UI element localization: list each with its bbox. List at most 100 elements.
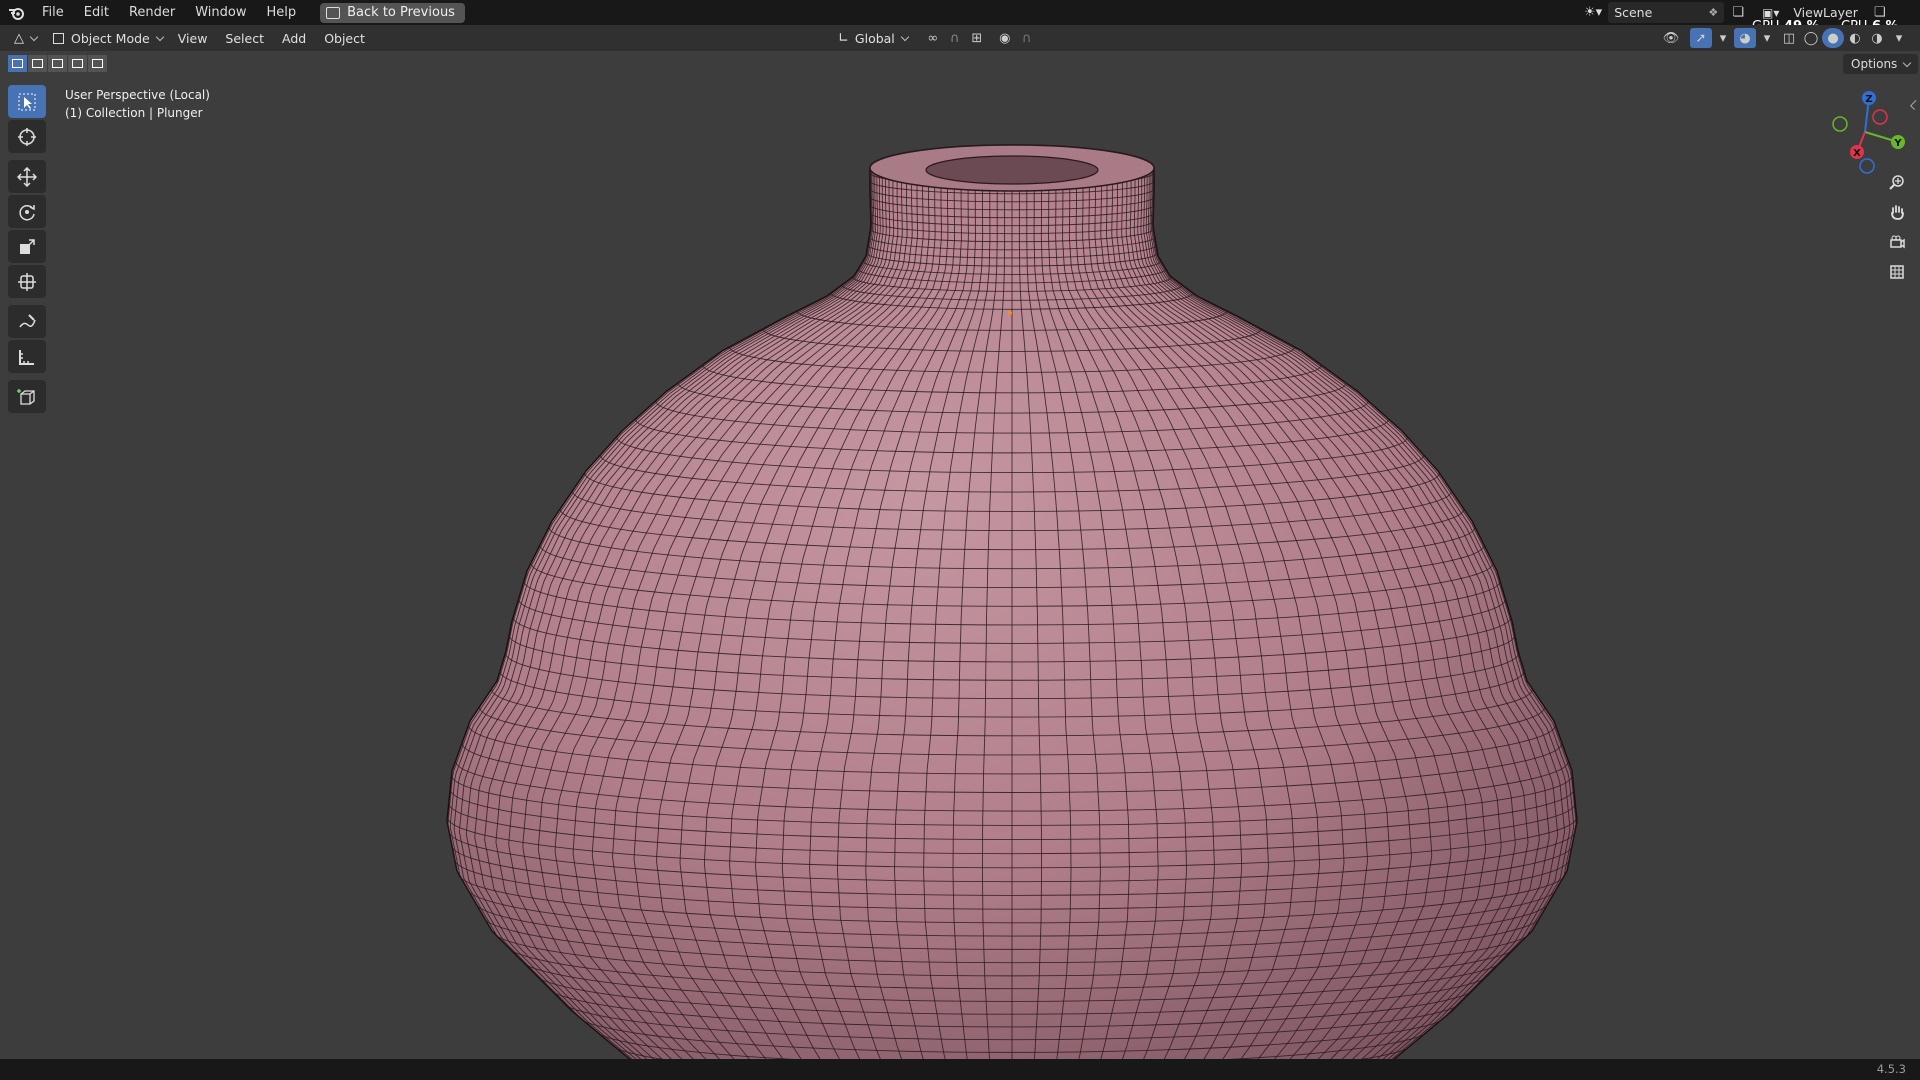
gizmo-dropdown-icon[interactable]: ▾ <box>1712 28 1734 48</box>
rendered-shading-icon[interactable]: ◑ <box>1866 28 1888 48</box>
tool-scale[interactable] <box>8 230 46 263</box>
select-extend-button[interactable] <box>28 55 47 72</box>
tool-add-cube[interactable] <box>8 380 46 413</box>
object-mode-icon <box>53 32 64 44</box>
scene-selector[interactable]: ☀▾ Scene ❖ ❏ <box>1584 2 1749 23</box>
tool-move[interactable] <box>8 160 46 193</box>
pivot-point-icon[interactable]: ∞ <box>922 28 944 48</box>
3d-viewport-icon: △ <box>14 30 24 46</box>
options-dropdown[interactable]: Options <box>1843 54 1919 74</box>
mode-dropdown[interactable]: Object Mode <box>47 28 169 48</box>
view-layer-icon[interactable]: ▣▾ <box>1762 6 1779 20</box>
camera-view-icon[interactable] <box>1884 229 1910 255</box>
select-subtract-icon <box>52 59 63 68</box>
select-invert-icon <box>72 59 83 68</box>
header-menu-add[interactable]: Add <box>273 31 315 46</box>
gizmo-neg-z-axis[interactable] <box>1859 158 1875 174</box>
header-menu-select[interactable]: Select <box>216 31 273 46</box>
transform-tools: ∟ Global ∞ ∩ ⊞ ◉ ∩ <box>832 28 1038 48</box>
measure-ruler-icon <box>19 349 34 365</box>
solid-shading-icon[interactable]: ● <box>1822 28 1844 48</box>
overlay-dropdown-icon[interactable]: ▾ <box>1756 28 1778 48</box>
gizmo-x-label: X <box>1853 148 1861 159</box>
view-layer-name[interactable]: ViewLayer <box>1793 5 1858 20</box>
options-label: Options <box>1851 57 1898 71</box>
shading-dropdown-icon[interactable]: ▾ <box>1888 28 1910 48</box>
plunger-mesh[interactable] <box>0 51 1920 1059</box>
collection-object-label: (1) Collection | Plunger <box>65 106 203 120</box>
cursor-icon <box>18 127 36 146</box>
orientation-axes-icon: ∟ <box>838 30 849 46</box>
navigation-controls <box>1884 169 1910 289</box>
navigation-gizmo[interactable]: Z Y X <box>1820 87 1910 177</box>
header-menu-view[interactable]: View <box>169 31 217 46</box>
add-cube-icon <box>17 388 35 405</box>
select-intersect-button[interactable] <box>88 55 107 72</box>
select-new-button[interactable] <box>8 55 27 72</box>
mode-label: Object Mode <box>71 30 150 46</box>
origin-point <box>1008 311 1012 315</box>
select-box-icon <box>12 59 23 68</box>
gizmo-neg-y-axis[interactable] <box>1832 116 1848 132</box>
transform-orientation-dropdown[interactable]: ∟ Global <box>832 28 914 48</box>
tool-cursor[interactable] <box>8 120 46 153</box>
new-scene-icon[interactable]: ❏ <box>1732 5 1744 20</box>
tool-annotate[interactable] <box>8 305 46 338</box>
scene-name-field[interactable]: Scene ❖ <box>1608 2 1725 23</box>
version-label: 4.5.3 <box>1876 1062 1906 1076</box>
pin-icon[interactable]: ❖ <box>1708 6 1718 19</box>
transform-icon <box>18 272 36 291</box>
gizmo-neg-x-axis[interactable] <box>1872 109 1888 125</box>
scale-icon <box>20 238 35 254</box>
snap-target-icon[interactable]: ⊞ <box>966 28 988 48</box>
view-perspective-label: User Perspective (Local) <box>65 88 210 102</box>
tool-shelf <box>8 85 46 415</box>
back-to-previous-button[interactable]: Back to Previous <box>320 2 465 23</box>
ortho-grid-icon[interactable] <box>1884 259 1910 285</box>
chevron-down-icon <box>29 32 39 41</box>
select-subtract-button[interactable] <box>48 55 67 72</box>
gizmo-toggle-icon[interactable]: ➚ <box>1690 28 1712 48</box>
falloff-icon[interactable]: ∩ <box>1016 28 1038 48</box>
menu-window[interactable]: Window <box>185 0 256 25</box>
xray-toggle-icon[interactable]: ◫ <box>1778 28 1800 48</box>
scene-name: Scene <box>1614 5 1653 20</box>
tool-rotate[interactable] <box>8 195 46 228</box>
gizmo-z-label: Z <box>1865 94 1872 105</box>
tool-tweak[interactable] <box>8 85 46 118</box>
proportional-editing-icon[interactable]: ◉ <box>994 28 1016 48</box>
gizmo-y-label: Y <box>1893 138 1902 149</box>
new-view-layer-icon[interactable]: ❏ <box>1874 5 1886 20</box>
tool-measure[interactable] <box>8 340 46 373</box>
3d-viewport[interactable]: User Perspective (Local) (1) Collection … <box>0 51 1920 1059</box>
move-icon <box>17 166 37 187</box>
selection-mode-buttons <box>8 55 108 72</box>
annotate-pencil-icon <box>19 313 36 327</box>
select-extend-icon <box>32 59 43 68</box>
scene-icon[interactable]: ☀▾ <box>1584 5 1602 20</box>
snap-toggle-icon[interactable]: ∩ <box>944 28 966 48</box>
select-invert-button[interactable] <box>68 55 87 72</box>
viewport-display-tools: 👁 ➚ ▾ ◕ ▾ ◫ ◯ ● ◐ ◑ ▾ <box>1660 28 1910 48</box>
material-shading-icon[interactable]: ◐ <box>1844 28 1866 48</box>
menu-file[interactable]: File <box>32 0 74 25</box>
overlay-toggle-icon[interactable]: ◕ <box>1734 28 1756 48</box>
visibility-icon[interactable]: 👁 <box>1660 28 1682 48</box>
status-bar: 4.5.3 <box>0 1059 1920 1080</box>
chevron-down-icon <box>900 32 910 41</box>
viewport-info: User Perspective (Local) (1) Collection … <box>65 86 210 122</box>
select-arrow-icon <box>18 93 36 110</box>
editor-type-dropdown[interactable]: △ <box>8 28 43 48</box>
wireframe-shading-icon[interactable]: ◯ <box>1800 28 1822 48</box>
blender-window: File Edit Render Window Help Back to Pre… <box>0 0 1920 1080</box>
menu-render[interactable]: Render <box>119 0 185 25</box>
blender-logo-icon[interactable] <box>0 0 32 25</box>
zoom-icon[interactable] <box>1884 169 1910 195</box>
menu-edit[interactable]: Edit <box>74 0 119 25</box>
pan-hand-icon[interactable] <box>1884 199 1910 225</box>
header-menu-object[interactable]: Object <box>315 31 374 46</box>
tool-transform[interactable] <box>8 265 46 298</box>
viewport-header: △ Object Mode View Select Add Object ∟ G… <box>0 25 1920 51</box>
menu-help[interactable]: Help <box>257 0 307 25</box>
chevron-down-icon <box>155 32 164 41</box>
